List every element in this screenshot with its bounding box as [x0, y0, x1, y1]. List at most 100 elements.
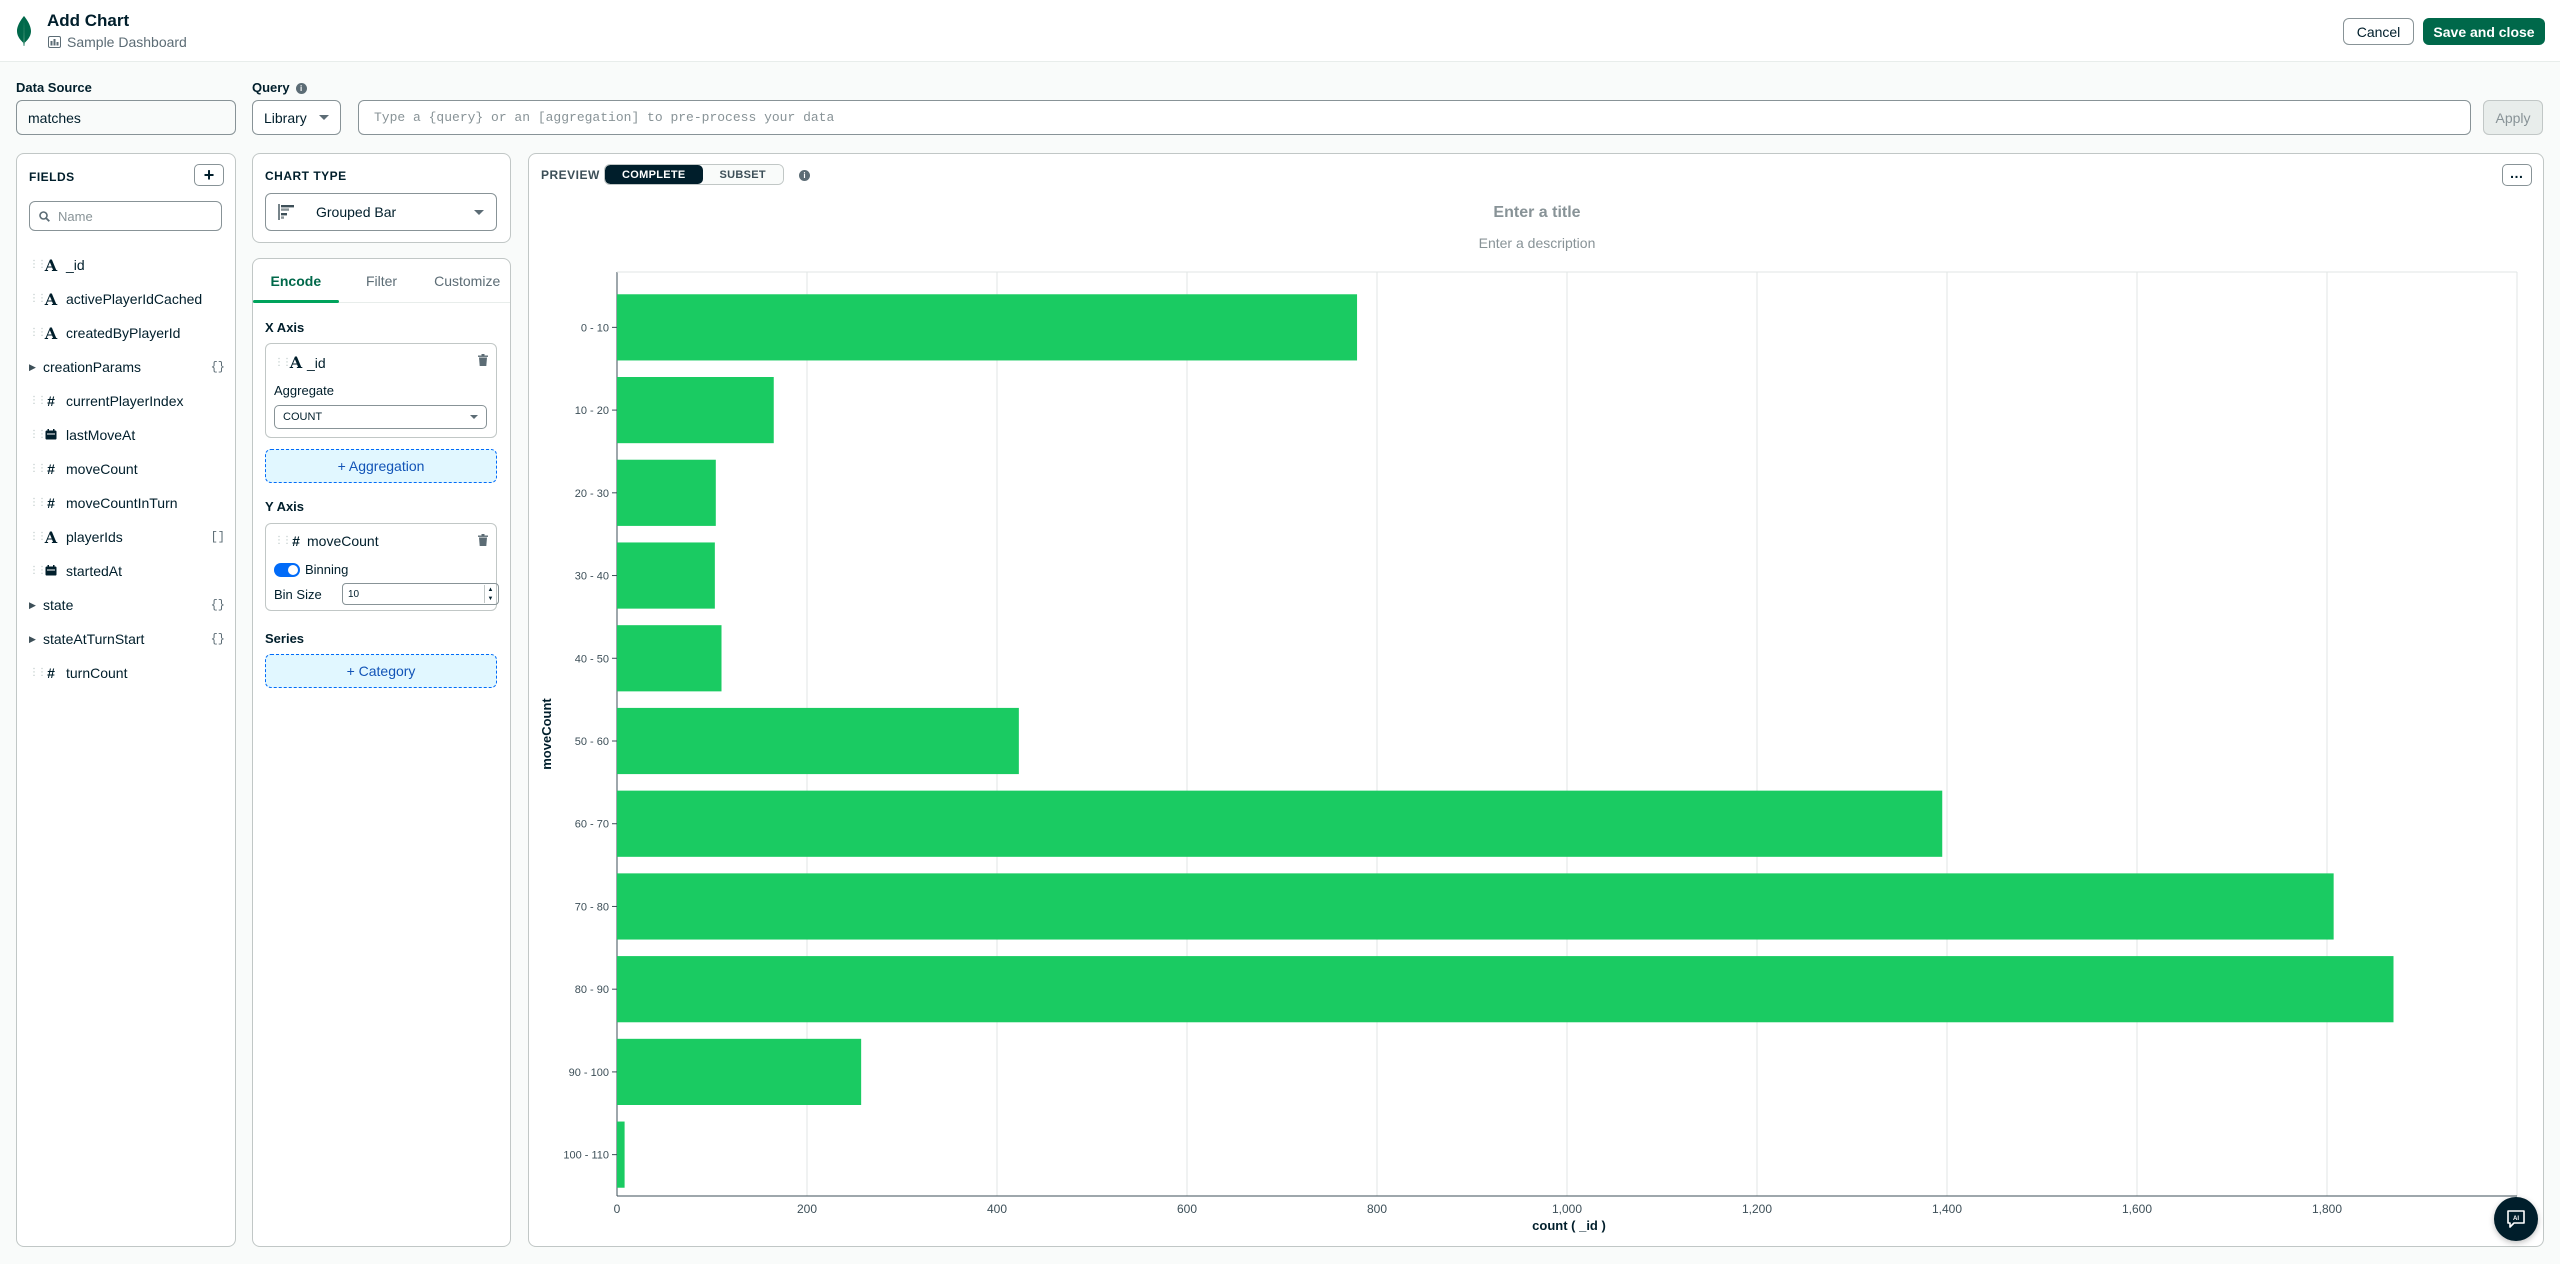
data-source-field[interactable]: matches [16, 100, 236, 135]
tab-customize[interactable]: Customize [424, 259, 510, 302]
chevron-down-icon [470, 415, 478, 419]
query-mode-select[interactable]: Library [252, 100, 341, 135]
number-type-icon: # [47, 495, 55, 511]
add-aggregation-button[interactable]: + Aggregation [265, 449, 497, 483]
date-type-icon [43, 427, 59, 443]
more-options-button[interactable]: … [2502, 164, 2532, 186]
field-item-playerIds[interactable]: ⋮⋮ AplayerIds [] [29, 520, 229, 554]
subset-mode-button[interactable]: SUBSET [702, 165, 783, 184]
drag-handle-icon[interactable]: ⋮⋮ [29, 328, 47, 338]
x-axis-field-chip[interactable]: ⋮⋮ A _id [274, 353, 326, 372]
y-axis-title: moveCount [539, 698, 554, 770]
drag-handle-icon[interactable]: ⋮⋮ [29, 566, 47, 576]
bar [617, 459, 716, 526]
field-item-creationParams[interactable]: ▶ creationParams {} [29, 350, 229, 384]
field-name: moveCount [66, 461, 138, 477]
chart-description-input[interactable]: Enter a description [529, 235, 2545, 251]
info-icon[interactable]: i [295, 83, 307, 94]
field-name: currentPlayerIndex [66, 393, 184, 409]
trash-icon[interactable] [478, 534, 488, 546]
x-tick-label: 1,400 [1932, 1202, 1962, 1216]
x-tick-label: 1,800 [2312, 1202, 2342, 1216]
field-item-currentPlayerIndex[interactable]: ⋮⋮ # currentPlayerIndex [29, 384, 229, 418]
chat-assistant-button[interactable]: AI [2494, 1197, 2538, 1241]
field-item-_id[interactable]: ⋮⋮ A _id [29, 248, 229, 282]
field-item-activePlayerIdCached[interactable]: ⋮⋮ AactivePlayerIdCached [29, 282, 229, 316]
plus-icon: + [203, 165, 215, 185]
drag-handle-icon[interactable]: ⋮⋮ [274, 357, 292, 368]
string-type-icon: A [44, 255, 58, 275]
drag-handle-icon[interactable]: ⋮⋮ [29, 396, 47, 406]
query-mode-value: Library [264, 109, 307, 126]
trash-icon[interactable] [478, 354, 488, 366]
field-name: _id [66, 257, 85, 273]
save-and-close-button[interactable]: Save and close [2423, 18, 2545, 45]
add-field-button[interactable]: + [194, 164, 224, 186]
field-item-moveCountInTurn[interactable]: ⋮⋮ # moveCountInTurn [29, 486, 229, 520]
field-item-startedAt[interactable]: ⋮⋮ startedAt [29, 554, 229, 588]
drag-handle-icon[interactable]: ⋮⋮ [29, 430, 47, 440]
stepper-up-icon[interactable]: ▲ [488, 587, 494, 593]
tab-encode[interactable]: Encode [253, 259, 339, 303]
chart-type-select[interactable]: Grouped Bar [265, 193, 497, 231]
cancel-button[interactable]: Cancel [2343, 18, 2414, 45]
tab-filter[interactable]: Filter [339, 259, 425, 302]
query-input[interactable]: Type a {query} or an [aggregation] to pr… [358, 100, 2471, 135]
drag-handle-icon[interactable]: ⋮⋮ [29, 498, 47, 508]
date-type-icon [43, 563, 59, 579]
y-tick-label: 40 - 50 [575, 653, 609, 665]
chart-title-input[interactable]: Enter a title [529, 204, 2545, 222]
apply-button[interactable]: Apply [2483, 100, 2543, 135]
bar [617, 625, 722, 692]
x-tick-label: 200 [797, 1202, 817, 1216]
field-item-stateAtTurnStart[interactable]: ▶ stateAtTurnStart {} [29, 622, 229, 656]
series-label: Series [265, 631, 305, 646]
y-axis-drop-zone[interactable]: ⋮⋮ # moveCount Binning Bin Size 10 ▲ ▼ [265, 523, 499, 611]
bar [617, 873, 2334, 940]
field-item-moveCount[interactable]: ⋮⋮ # moveCount [29, 452, 229, 486]
preview-mode-toggle: COMPLETE SUBSET [604, 164, 784, 185]
drag-handle-icon[interactable]: ⋮⋮ [274, 536, 292, 546]
caret-right-icon[interactable]: ▶ [29, 600, 37, 611]
add-category-button[interactable]: + Category [265, 654, 497, 688]
x-tick-label: 800 [1367, 1202, 1387, 1216]
bar [617, 1038, 862, 1105]
bin-size-input[interactable]: 10 ▲ ▼ [342, 583, 499, 605]
x-tick-label: 400 [987, 1202, 1007, 1216]
string-type-icon: A [44, 289, 58, 309]
drag-handle-icon[interactable]: ⋮⋮ [29, 668, 47, 678]
info-icon[interactable]: i [799, 170, 810, 181]
x-axis-drop-zone[interactable]: ⋮⋮ A _id Aggregate COUNT [265, 343, 497, 438]
fields-title: FIELDS [29, 170, 75, 184]
dashboard-name: Sample Dashboard [67, 34, 187, 50]
field-item-turnCount[interactable]: ⋮⋮ # turnCount [29, 656, 229, 690]
field-item-createdByPlayerId[interactable]: ⋮⋮ AcreatedByPlayerId [29, 316, 229, 350]
caret-right-icon[interactable]: ▶ [29, 362, 37, 373]
y-axis-label: Y Axis [265, 499, 305, 514]
field-item-lastMoveAt[interactable]: ⋮⋮ lastMoveAt [29, 418, 229, 452]
y-axis-field-name: moveCount [307, 533, 379, 549]
drag-handle-icon[interactable]: ⋮⋮ [29, 464, 47, 474]
field-name: moveCountInTurn [66, 495, 178, 511]
drag-handle-icon[interactable]: ⋮⋮ [29, 260, 47, 270]
field-item-state[interactable]: ▶ state {} [29, 588, 229, 622]
bin-size-stepper[interactable]: ▲ ▼ [484, 585, 496, 603]
query-label: Query [252, 80, 290, 95]
drag-handle-icon[interactable]: ⋮⋮ [29, 532, 47, 542]
y-tick-label: 100 - 110 [563, 1150, 609, 1162]
field-search-input[interactable]: Name [29, 201, 222, 231]
aggregate-select[interactable]: COUNT [274, 405, 487, 429]
complete-mode-button[interactable]: COMPLETE [605, 165, 703, 184]
binning-toggle[interactable] [274, 562, 300, 577]
drag-handle-icon[interactable]: ⋮⋮ [29, 294, 47, 304]
field-name: state [43, 597, 74, 613]
x-axis-title: count ( _id ) [1532, 1218, 1606, 1233]
bin-size-value: 10 [348, 588, 360, 600]
chart-type-value: Grouped Bar [316, 204, 397, 220]
stepper-down-icon[interactable]: ▼ [488, 596, 494, 602]
caret-right-icon[interactable]: ▶ [29, 634, 37, 645]
chevron-down-icon [474, 209, 484, 215]
y-axis-field-chip[interactable]: ⋮⋮ # moveCount [274, 533, 379, 549]
field-name: creationParams [43, 359, 142, 375]
chart-type-title: CHART TYPE [265, 169, 347, 183]
